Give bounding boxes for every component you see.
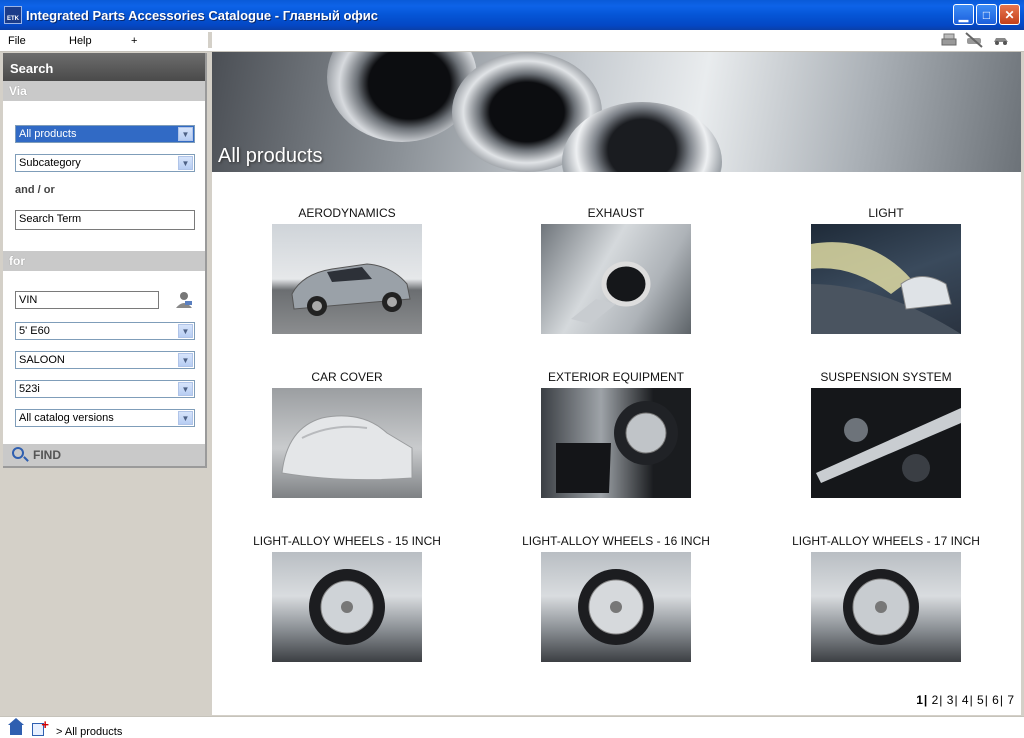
close-icon: ✕ <box>1004 7 1015 22</box>
aerodynamics-image[interactable] <box>272 224 422 334</box>
print-icon[interactable] <box>938 31 960 49</box>
menu-help[interactable]: Help <box>69 35 92 47</box>
person-icon[interactable] <box>175 291 193 309</box>
product-select[interactable]: All products ▼ <box>15 125 195 143</box>
etk-app-icon: ETK <box>4 6 22 24</box>
category-label: LIGHT-ALLOY WHEELS - 15 INCH <box>253 534 441 548</box>
category-label: AERODYNAMICS <box>298 206 396 220</box>
category-exhaust[interactable]: EXHAUST <box>481 206 751 334</box>
category-label: SUSPENSION SYSTEM <box>820 370 952 384</box>
category-light[interactable]: LIGHT <box>751 206 1021 334</box>
exterior-equipment-image[interactable] <box>541 388 691 498</box>
vin-input[interactable]: VIN <box>15 291 159 309</box>
add-document-icon[interactable] <box>32 717 49 736</box>
menu-separator <box>208 32 212 48</box>
breadcrumb[interactable]: > All products <box>56 726 122 738</box>
page-link-3[interactable]: 3 <box>946 693 955 707</box>
minimize-icon: ▁ <box>958 7 969 22</box>
category-exterior-equipment[interactable]: EXTERIOR EQUIPMENT <box>481 370 751 498</box>
category-label: LIGHT <box>868 206 904 220</box>
page-link-6[interactable]: 6 <box>991 693 1000 707</box>
category-car-cover[interactable]: CAR COVER <box>212 370 482 498</box>
category-alloy-wheels-17[interactable]: LIGHT-ALLOY WHEELS - 17 INCH <box>751 534 1021 662</box>
light-image[interactable] <box>811 224 961 334</box>
search-term-input[interactable]: Search Term <box>15 210 195 230</box>
pagination: 1| 2| 3| 4| 5| 6| 7 <box>915 693 1015 707</box>
find-button[interactable]: FIND <box>3 444 205 466</box>
category-label: EXHAUST <box>587 206 645 220</box>
subcategory-select[interactable]: Subcategory ▼ <box>15 154 195 172</box>
category-aerodynamics[interactable]: AERODYNAMICS <box>212 206 482 334</box>
category-suspension-system[interactable]: SUSPENSION SYSTEM <box>751 370 1021 498</box>
home-icon[interactable] <box>8 718 24 735</box>
menu-file[interactable]: File <box>8 35 26 47</box>
chevron-down-icon[interactable]: ▼ <box>178 156 193 170</box>
page-title: All products <box>218 145 323 167</box>
sidebar-title: Search <box>3 53 205 81</box>
menu-bar: File Help + <box>0 30 1024 52</box>
catalog-version-value: All catalog versions <box>19 412 114 424</box>
product-select-value: All products <box>19 128 77 140</box>
chevron-down-icon[interactable]: ▼ <box>178 324 193 338</box>
suspension-image[interactable] <box>811 388 961 498</box>
menu-plus[interactable]: + <box>131 35 137 47</box>
close-button[interactable]: ✕ <box>999 4 1020 25</box>
chevron-down-icon[interactable]: ▼ <box>178 127 193 141</box>
category-label: CAR COVER <box>311 370 383 384</box>
body-select-value: SALOON <box>19 354 65 366</box>
search-sidebar: Search Via All products ▼ Subcategory ▼ … <box>3 53 207 468</box>
subcategory-select-value: Subcategory <box>19 157 81 169</box>
car-cover-image[interactable] <box>272 388 422 498</box>
chevron-down-icon[interactable]: ▼ <box>178 353 193 367</box>
page-link-2[interactable]: 2 <box>931 693 940 707</box>
section-via: Via <box>3 81 205 101</box>
minimize-button[interactable]: ▁ <box>953 4 974 25</box>
page-link-5[interactable]: 5 <box>976 693 985 707</box>
section-for: for <box>3 251 205 271</box>
car-icon[interactable] <box>990 31 1012 49</box>
catalog-version-select[interactable]: All catalog versions ▼ <box>15 409 195 427</box>
model-select-value: 523i <box>19 383 40 395</box>
window-title: Integrated Parts Accessories Catalogue -… <box>26 7 379 23</box>
model-select[interactable]: 523i ▼ <box>15 380 195 398</box>
category-alloy-wheels-15[interactable]: LIGHT-ALLOY WHEELS - 15 INCH <box>212 534 482 662</box>
find-label: FIND <box>33 448 61 462</box>
category-alloy-wheels-16[interactable]: LIGHT-ALLOY WHEELS - 16 INCH <box>481 534 751 662</box>
page-link-1[interactable]: 1 <box>915 693 924 707</box>
main-content: All products AERODYNAMICS EXHAUST LIGHT … <box>212 52 1021 715</box>
chevron-down-icon[interactable]: ▼ <box>178 382 193 396</box>
category-label: EXTERIOR EQUIPMENT <box>547 370 684 384</box>
category-label: LIGHT-ALLOY WHEELS - 16 INCH <box>522 534 710 548</box>
no-vehicle-icon[interactable] <box>963 31 985 49</box>
chevron-down-icon[interactable]: ▼ <box>178 411 193 425</box>
search-icon <box>12 447 24 459</box>
body-select[interactable]: SALOON ▼ <box>15 351 195 369</box>
and-or-label: and / or <box>15 184 55 196</box>
category-label: LIGHT-ALLOY WHEELS - 17 INCH <box>792 534 980 548</box>
exhaust-image[interactable] <box>541 224 691 334</box>
page-link-4[interactable]: 4 <box>961 693 970 707</box>
vin-value: VIN <box>19 294 38 306</box>
banner-image: All products <box>212 52 1021 172</box>
page-link-7[interactable]: 7 <box>1006 693 1015 707</box>
search-term-value: Search Term <box>19 213 82 225</box>
title-bar: ETK Integrated Parts Accessories Catalog… <box>0 0 1024 30</box>
alloy-wheel-17-image[interactable] <box>811 552 961 662</box>
series-select-value: 5' E60 <box>19 325 50 337</box>
alloy-wheel-16-image[interactable] <box>541 552 691 662</box>
maximize-icon: □ <box>982 7 991 22</box>
maximize-button[interactable]: □ <box>976 4 997 25</box>
status-bar: > All products <box>0 716 1024 738</box>
series-select[interactable]: 5' E60 ▼ <box>15 322 195 340</box>
alloy-wheel-15-image[interactable] <box>272 552 422 662</box>
